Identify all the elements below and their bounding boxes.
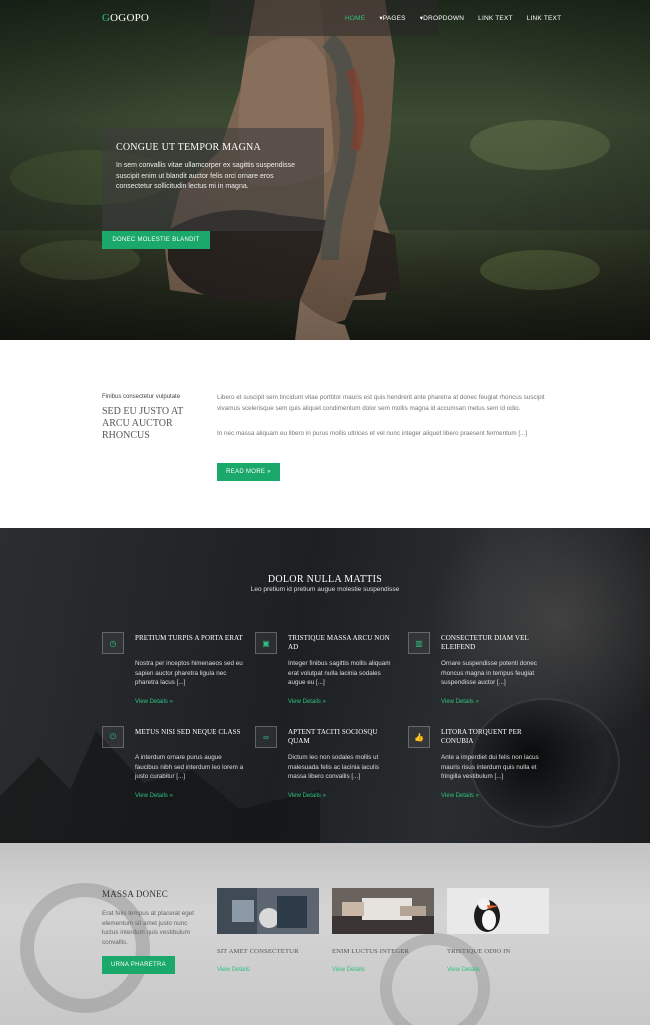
- hero-cta-button[interactable]: DONEC MOLESTIE BLANDIT: [102, 231, 210, 249]
- image-icon: ▣: [255, 632, 277, 654]
- card-title: ENIM LUCTUS INTEGER: [332, 948, 409, 955]
- site-logo[interactable]: GOGOPO: [102, 12, 149, 24]
- card-image[interactable]: [447, 888, 549, 934]
- view-details-link[interactable]: View Details »: [135, 793, 173, 799]
- power-icon: ⏻: [102, 726, 124, 748]
- view-details-link[interactable]: View Details »: [441, 793, 479, 799]
- link-icon: ∞: [255, 726, 277, 748]
- view-details-link[interactable]: View Details: [332, 967, 365, 973]
- service-text: A interdum ornare purus augue faucibus n…: [135, 754, 244, 780]
- thumbs-up-icon: 👍: [408, 726, 430, 748]
- bar-chart-icon: ▥: [408, 632, 430, 654]
- nav-item-dropdown[interactable]: ▾DROPDOWN: [420, 14, 464, 22]
- services-subtitle: Leo pretium id pretium augue molestie su…: [250, 586, 400, 593]
- featured-background-detail: [20, 883, 150, 1013]
- hero-text: In sem convallis vitae ullamcorper ex sa…: [116, 162, 295, 190]
- about-kicker: Finibus consectetur vulputate: [102, 394, 181, 400]
- service-title: PRETIUM TURPIS A PORTA ERAT: [135, 634, 243, 642]
- card-title: SIT AMET CONSECTETUR: [217, 948, 299, 955]
- featured-card: ENIM LUCTUS INTEGER View Details: [332, 888, 434, 973]
- nav-item-link-text[interactable]: LINK TEXT: [527, 15, 562, 22]
- read-more-button[interactable]: READ MORE »: [217, 463, 280, 481]
- card-title: TRISTIQUE ODIO IN: [447, 948, 511, 955]
- service-title: METUS NISI SED NEQUE CLASS: [135, 728, 241, 736]
- service-text: Nostra per inceptos himenaeos sed eu sap…: [135, 660, 243, 686]
- view-details-link[interactable]: View Details »: [135, 699, 173, 705]
- view-details-link[interactable]: View Details »: [288, 699, 326, 705]
- services-section: DOLOR NULLA MATTIS Leo pretium id pretiu…: [0, 528, 650, 843]
- nav-item-home[interactable]: HOME: [345, 15, 365, 22]
- clock-icon: ◷: [102, 632, 124, 654]
- service-title: CONSECTETUR DIAM VEL ELEIFEND: [441, 634, 529, 651]
- hero-caption: CONGUE UT TEMPOR MAGNA In sem convallis …: [102, 128, 324, 231]
- service-title: LITORA TORQUENT PER CONUBIA: [441, 728, 522, 745]
- logo-text: OGOPO: [110, 12, 150, 24]
- featured-background-detail: [380, 933, 490, 1025]
- about-title: SED EU JUSTO AT ARCU AUCTOR RHONCUS: [102, 406, 184, 441]
- hero-vignette: [0, 0, 650, 340]
- service-title: TRISTIQUE MASSA ARCU NON AD: [288, 634, 390, 651]
- featured-section: MASSA DONEC Erat felis tempus at placera…: [0, 843, 650, 1025]
- main-menu: HOME ▾PAGES ▾DROPDOWN LINK TEXT LINK TEX…: [345, 0, 575, 36]
- top-nav: GOGOPO HOME ▾PAGES ▾DROPDOWN LINK TEXT L…: [0, 0, 650, 36]
- service-text: Ornare suspendisse potenti donec rhoncus…: [441, 660, 537, 686]
- hero-section: [0, 0, 650, 340]
- view-details-link[interactable]: View Details: [217, 967, 250, 973]
- featured-title: MASSA DONEC: [102, 889, 168, 899]
- about-paragraph: Libero et suscipit sem tincidunt vitae p…: [217, 394, 545, 412]
- featured-card: SIT AMET CONSECTETUR View Details: [217, 888, 319, 973]
- service-title: APTENT TACITI SOCIOSQU QUAM: [288, 728, 378, 745]
- hero-title: CONGUE UT TEMPOR MAGNA: [116, 142, 261, 153]
- view-details-link[interactable]: View Details »: [288, 793, 326, 799]
- nav-item-link-text[interactable]: LINK TEXT: [478, 15, 513, 22]
- service-text: Dictum leo non sodales mollis ut malesua…: [288, 754, 380, 780]
- service-text: Ante a imperdiet dui felis non lacus mau…: [441, 754, 539, 780]
- view-details-link[interactable]: View Details: [447, 967, 480, 973]
- logo-initial: G: [102, 12, 111, 24]
- card-image[interactable]: [217, 888, 319, 934]
- featured-button[interactable]: URNA PHARETRA: [102, 956, 175, 974]
- featured-text: Erat felis tempus at placerat eget eleme…: [102, 910, 195, 946]
- nav-item-pages[interactable]: ▾PAGES: [379, 14, 405, 22]
- featured-card: TRISTIQUE ODIO IN View Details: [447, 888, 549, 973]
- about-paragraph: In nec massa aliquam eu libero in purus …: [217, 430, 528, 437]
- service-text: Integer finibus sagittis mollis aliquam …: [288, 660, 391, 686]
- view-details-link[interactable]: View Details »: [441, 699, 479, 705]
- services-title: DOLOR NULLA MATTIS: [267, 574, 383, 585]
- about-section: Finibus consectetur vulputate SED EU JUS…: [0, 340, 650, 528]
- card-image[interactable]: [332, 888, 434, 934]
